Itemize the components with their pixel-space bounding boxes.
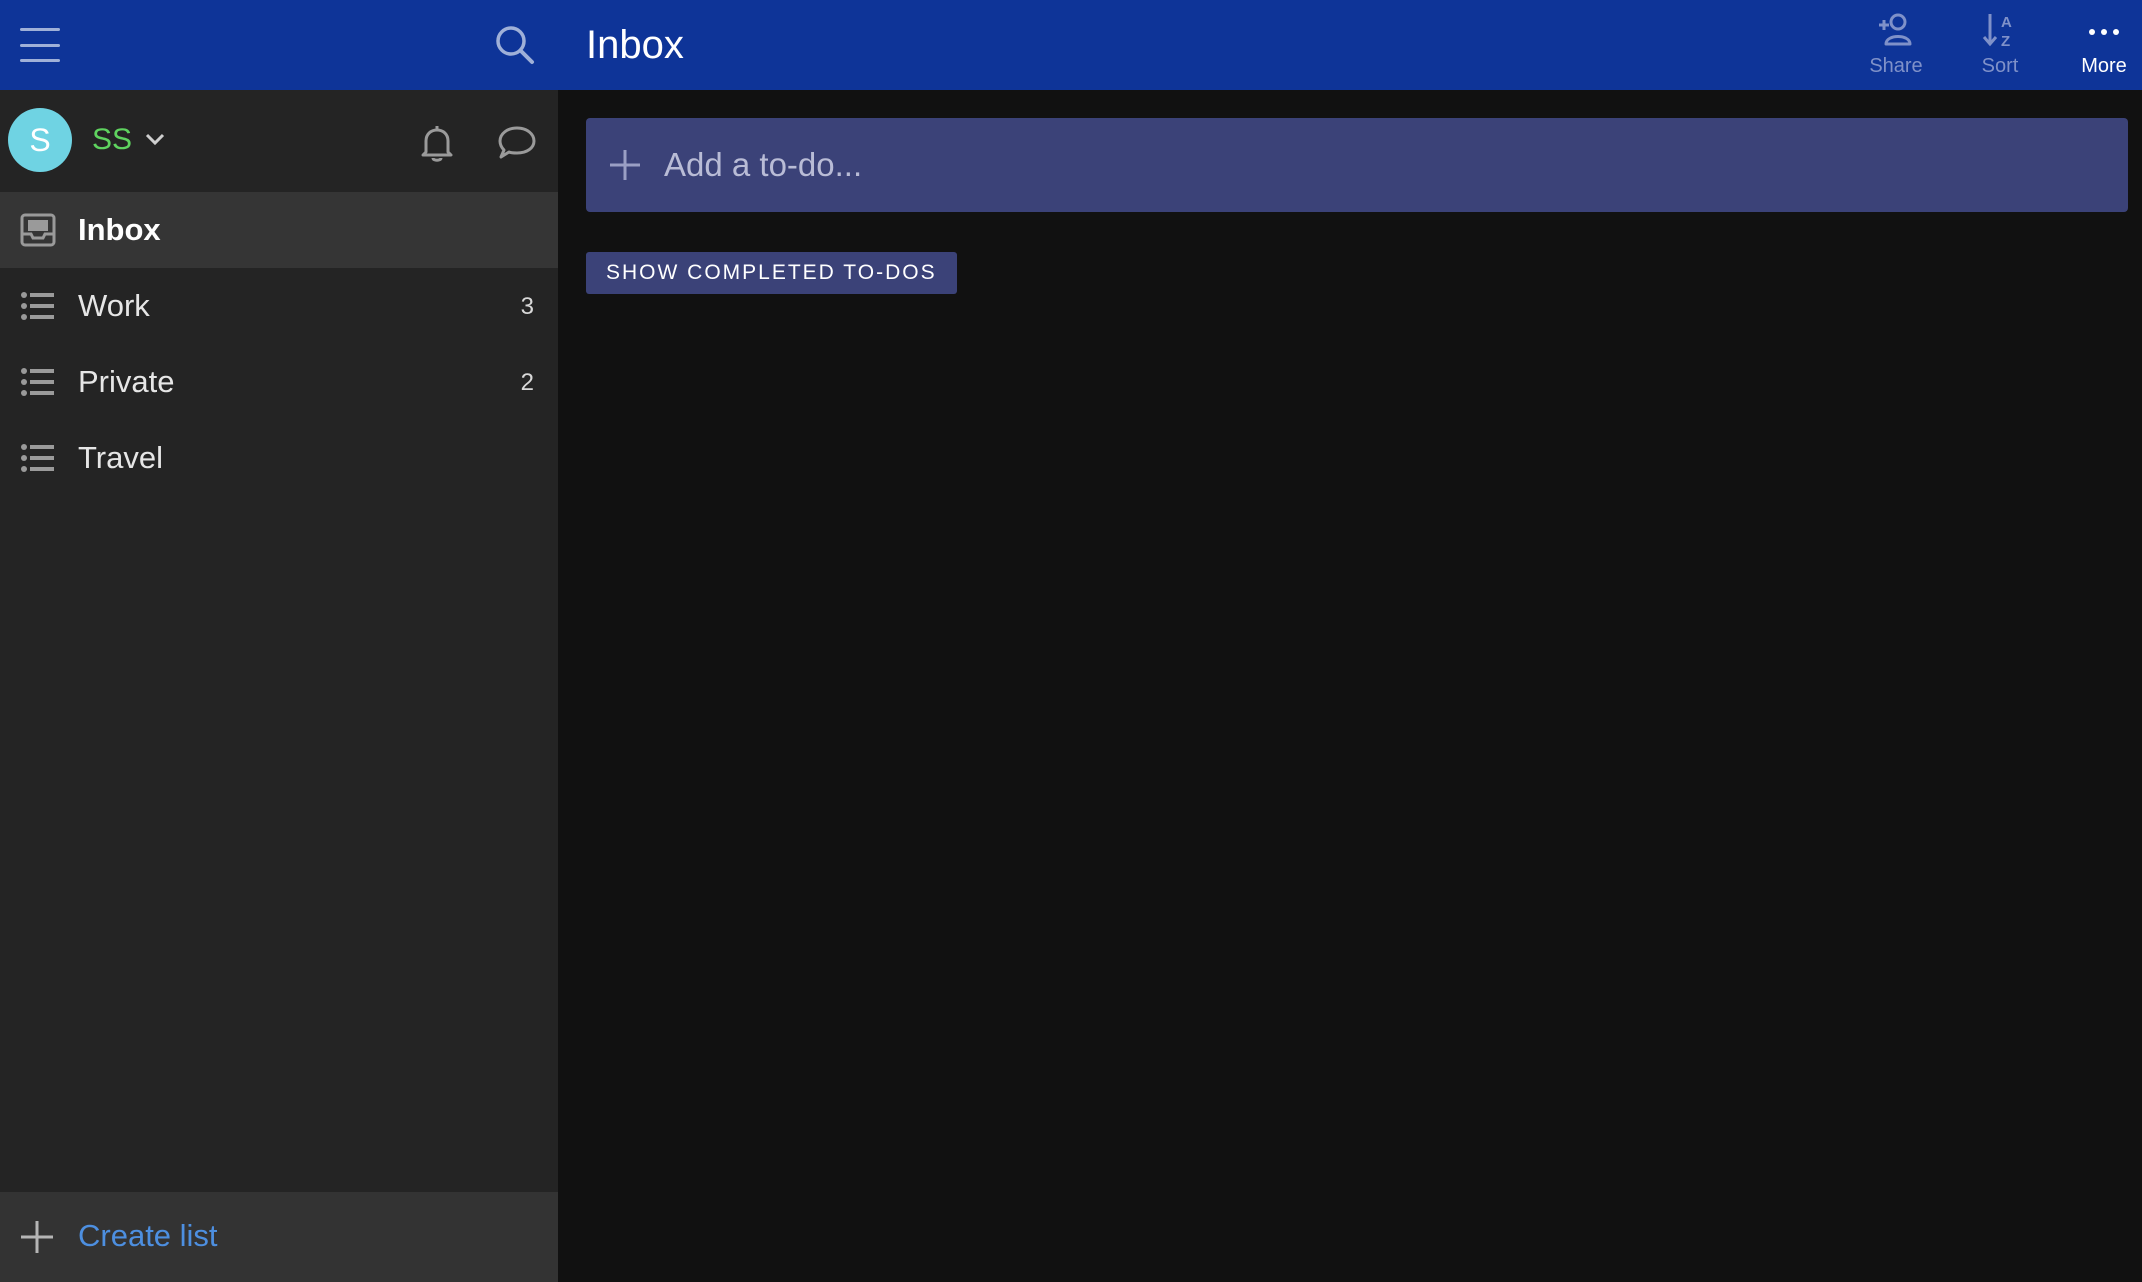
sidebar-item-inbox[interactable]: Inbox — [0, 192, 558, 268]
sidebar-item-travel[interactable]: Travel — [0, 420, 558, 496]
hamburger-menu-icon[interactable] — [20, 28, 60, 62]
sidebar-item-label: Travel — [78, 440, 163, 475]
share-button[interactable]: Share — [1846, 8, 1946, 82]
user-row: S SS — [0, 90, 558, 190]
plus-icon — [18, 1218, 56, 1256]
sidebar-item-label: Private — [78, 364, 175, 399]
svg-text:A: A — [2001, 14, 2012, 31]
sidebar: S SS Inbox Work 3 Private 2 Travel Creat… — [0, 90, 558, 1282]
create-list-button[interactable]: Create list — [0, 1192, 558, 1282]
list-icon — [20, 440, 56, 476]
more-button[interactable]: More — [2054, 8, 2142, 82]
sort-alpha-icon: A Z — [1978, 8, 2022, 52]
sort-button[interactable]: A Z Sort — [1950, 8, 2050, 82]
main-panel: SHOW COMPLETED TO-DOS — [558, 90, 2142, 1282]
list-nav: Inbox Work 3 Private 2 Travel — [0, 192, 558, 496]
app-window: Inbox Share A Z Sort More S SS Inbox Wor… — [0, 0, 2142, 1282]
add-person-icon — [1874, 8, 1918, 52]
item-count: 2 — [520, 369, 534, 396]
plus-icon[interactable] — [608, 148, 642, 182]
item-count: 3 — [520, 293, 534, 320]
more-label: More — [2081, 55, 2127, 77]
chevron-down-icon[interactable] — [142, 126, 168, 152]
sidebar-item-work[interactable]: Work 3 — [0, 268, 558, 344]
sort-label: Sort — [1981, 55, 2019, 77]
list-icon — [20, 364, 56, 400]
add-todo-input[interactable] — [664, 140, 2104, 190]
share-label: Share — [1869, 55, 1923, 77]
user-name[interactable]: SS — [92, 122, 132, 158]
add-todo-bar[interactable] — [586, 118, 2128, 212]
page-title: Inbox — [586, 23, 684, 67]
search-icon[interactable] — [492, 22, 538, 68]
svg-text:Z: Z — [2001, 33, 2010, 50]
bell-icon[interactable] — [414, 120, 460, 166]
chat-bubble-icon[interactable] — [494, 120, 540, 166]
sidebar-item-private[interactable]: Private 2 — [0, 344, 558, 420]
list-icon — [20, 288, 56, 324]
show-completed-button[interactable]: SHOW COMPLETED TO-DOS — [586, 252, 957, 294]
create-list-label: Create list — [78, 1218, 218, 1253]
sidebar-item-label: Work — [78, 288, 150, 323]
avatar[interactable]: S — [8, 108, 72, 172]
more-dots-icon — [2082, 8, 2126, 52]
inbox-icon — [20, 212, 56, 248]
sidebar-item-label: Inbox — [78, 212, 161, 247]
top-bar: Inbox Share A Z Sort More — [0, 0, 2142, 90]
